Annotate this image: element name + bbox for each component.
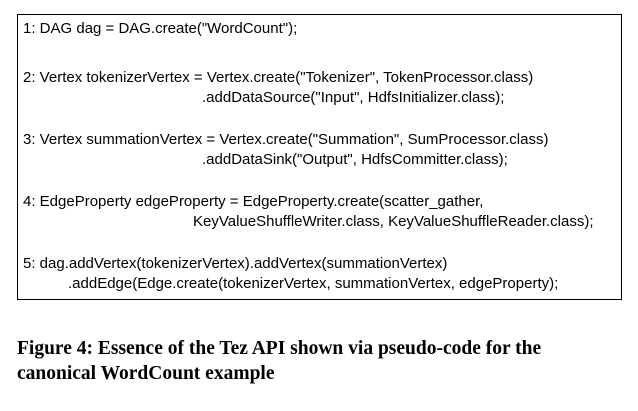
code-line-4b: KeyValueShuffleWriter.class, KeyValueShu…: [193, 213, 594, 230]
code-line-3b: .addDataSink("Output", HdfsCommitter.cla…: [202, 151, 508, 168]
caption-line-2: canonical WordCount example: [17, 363, 275, 384]
code-listing-box: 1: DAG dag = DAG.create("WordCount"); 2:…: [17, 14, 622, 300]
code-line-3a: 3: Vertex summationVertex = Vertex.creat…: [23, 131, 549, 148]
code-line-1: 1: DAG dag = DAG.create("WordCount");: [23, 20, 298, 37]
code-line-2b: .addDataSource("Input", HdfsInitializer.…: [202, 89, 505, 106]
caption-line-1: Figure 4: Essence of the Tez API shown v…: [17, 338, 542, 359]
code-line-4a: 4: EdgeProperty edgeProperty = EdgePrope…: [23, 193, 484, 210]
code-line-5a: 5: dag.addVertex(tokenizerVertex).addVer…: [23, 255, 448, 272]
code-line-2a: 2: Vertex tokenizerVertex = Vertex.creat…: [23, 69, 534, 86]
code-line-5b: .addEdge(Edge.create(tokenizerVertex, su…: [68, 275, 559, 292]
figure-caption: Figure 4: Essence of the Tez API shown v…: [17, 336, 627, 386]
